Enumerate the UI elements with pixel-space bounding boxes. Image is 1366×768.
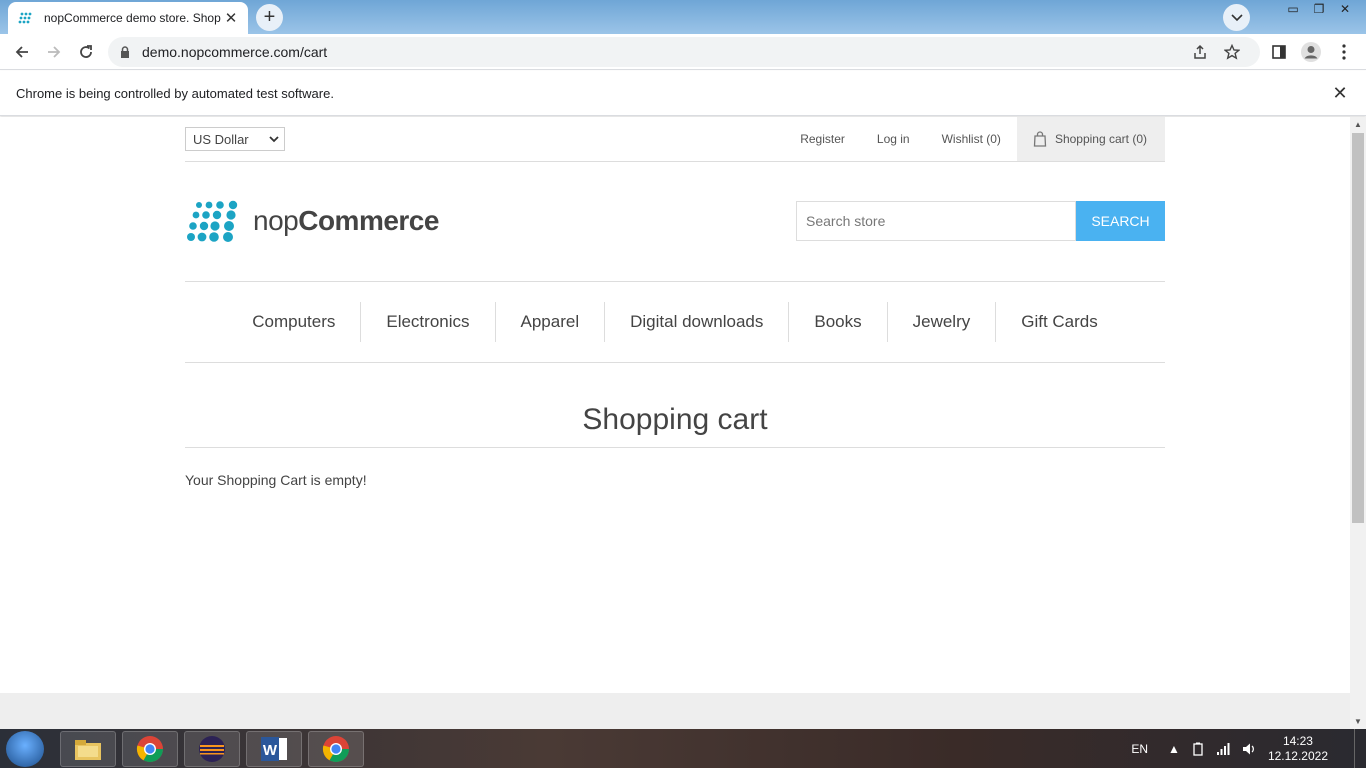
tab-close-icon[interactable]: ✕ — [222, 9, 240, 27]
window-controls: ▭ ❐ ✕ — [1280, 0, 1358, 18]
register-link[interactable]: Register — [800, 132, 845, 146]
currency-selector[interactable]: US Dollar — [185, 127, 285, 151]
menu-item-apparel[interactable]: Apparel — [494, 302, 605, 342]
network-signal-icon[interactable] — [1216, 742, 1230, 755]
share-icon[interactable] — [1192, 44, 1208, 65]
taskbar: W EN ▲ 14:23 12.12.2022 — [0, 729, 1366, 768]
nopcommerce-favicon-icon — [18, 10, 34, 26]
tab-title: nopCommerce demo store. Shop — [44, 11, 221, 25]
shopping-bag-icon — [1033, 131, 1047, 147]
chrome-taskbar-icon[interactable] — [122, 731, 178, 767]
shopping-cart-label: Shopping cart (0) — [1054, 132, 1147, 146]
logo-dots-icon — [187, 200, 238, 242]
menu-kebab-icon[interactable] — [1330, 38, 1358, 66]
page-viewport: US Dollar Register Log in Wishlist (0) S… — [0, 117, 1350, 729]
currency-value: US Dollar — [193, 131, 249, 147]
side-panel-icon[interactable] — [1265, 38, 1293, 66]
menu-item-computers[interactable]: Computers — [227, 302, 360, 342]
address-bar[interactable]: demo.nopcommerce.com/cart — [108, 37, 1260, 67]
new-tab-button[interactable]: + — [256, 4, 283, 31]
page-title: Shopping cart — [582, 403, 768, 436]
reload-icon[interactable] — [72, 38, 100, 66]
footer-top — [0, 693, 1350, 729]
system-tray: EN ▲ 14:23 12.12.2022 — [1131, 729, 1366, 768]
menu-item-gift-cards[interactable]: Gift Cards — [995, 302, 1123, 342]
url-text[interactable]: demo.nopcommerce.com/cart — [142, 44, 1260, 60]
close-window-icon[interactable]: ✕ — [1332, 0, 1358, 18]
menu-item-electronics[interactable]: Electronics — [360, 302, 494, 342]
browser-toolbar: demo.nopcommerce.com/cart — [0, 34, 1366, 70]
clock[interactable]: 14:23 12.12.2022 — [1268, 734, 1328, 764]
header-main: nopCommerce Search store SEARCH — [185, 162, 1165, 282]
header-upper: US Dollar Register Log in Wishlist (0) S… — [185, 117, 1165, 162]
clock-date: 12.12.2022 — [1267, 748, 1328, 763]
browser-tab[interactable]: nopCommerce demo store. Shop ✕ — [8, 2, 248, 34]
search-input[interactable]: Search store — [796, 201, 1076, 241]
chrome-taskbar-icon-2[interactable] — [308, 731, 364, 767]
store-logo[interactable]: nopCommerce — [187, 200, 439, 242]
automation-infobar: Chrome is being controlled by automated … — [0, 71, 1366, 116]
scrollbar-thumb[interactable] — [1352, 133, 1364, 523]
clock-time: 14:23 — [1282, 733, 1313, 748]
file-explorer-icon[interactable] — [60, 731, 116, 767]
lock-icon[interactable] — [120, 46, 134, 58]
bookmark-star-icon[interactable] — [1223, 43, 1241, 65]
language-indicator[interactable]: EN — [1131, 742, 1148, 756]
forward-arrow-icon[interactable] — [40, 38, 68, 66]
page-scrollbar[interactable]: ▲ ▼ — [1350, 117, 1366, 729]
minimize-icon[interactable]: ▭ — [1280, 0, 1306, 18]
scroll-down-arrow-icon[interactable]: ▼ — [1354, 717, 1362, 726]
top-menu: Computers Electronics Apparel Digital do… — [185, 282, 1165, 363]
eclipse-icon[interactable] — [184, 731, 240, 767]
login-link[interactable]: Log in — [877, 132, 910, 146]
menu-item-jewelry[interactable]: Jewelry — [886, 302, 996, 342]
wishlist-link[interactable]: Wishlist (0) — [942, 132, 1001, 146]
start-button[interactable] — [6, 731, 44, 767]
tab-search-button[interactable] — [1223, 4, 1250, 31]
menu-item-books[interactable]: Books — [788, 302, 886, 342]
svg-text:W: W — [263, 742, 278, 759]
show-desktop-button[interactable] — [1354, 729, 1366, 768]
menu-item-digital-downloads[interactable]: Digital downloads — [604, 302, 788, 342]
search-button[interactable]: SEARCH — [1076, 201, 1165, 241]
tab-strip: nopCommerce demo store. Shop ✕ + ▭ ❐ ✕ — [0, 0, 1366, 34]
profile-avatar-icon[interactable] — [1297, 38, 1325, 66]
battery-icon[interactable] — [1192, 742, 1204, 756]
scroll-up-arrow-icon[interactable]: ▲ — [1354, 120, 1362, 129]
infobar-text: Chrome is being controlled by automated … — [16, 86, 334, 101]
search-box: Search store SEARCH — [796, 201, 1165, 241]
shopping-cart-link[interactable]: Shopping cart (0) — [1016, 117, 1165, 161]
page-container: US Dollar Register Log in Wishlist (0) S… — [185, 117, 1165, 488]
logo-text: nopCommerce — [253, 205, 439, 236]
empty-cart-message: Your Shopping Cart is empty! — [185, 472, 367, 488]
page-title-section: Shopping cart — [185, 403, 1165, 448]
back-arrow-icon[interactable] — [8, 38, 36, 66]
show-hidden-icons-icon[interactable]: ▲ — [1168, 742, 1180, 756]
chevron-down-icon — [269, 133, 279, 148]
header-links: Register Log in Wishlist (0) Shopping ca… — [768, 117, 1165, 161]
restore-icon[interactable]: ❐ — [1306, 0, 1332, 18]
infobar-close-icon[interactable]: ✕ — [1330, 83, 1350, 103]
word-icon[interactable]: W — [246, 731, 302, 767]
volume-icon[interactable] — [1242, 742, 1256, 756]
